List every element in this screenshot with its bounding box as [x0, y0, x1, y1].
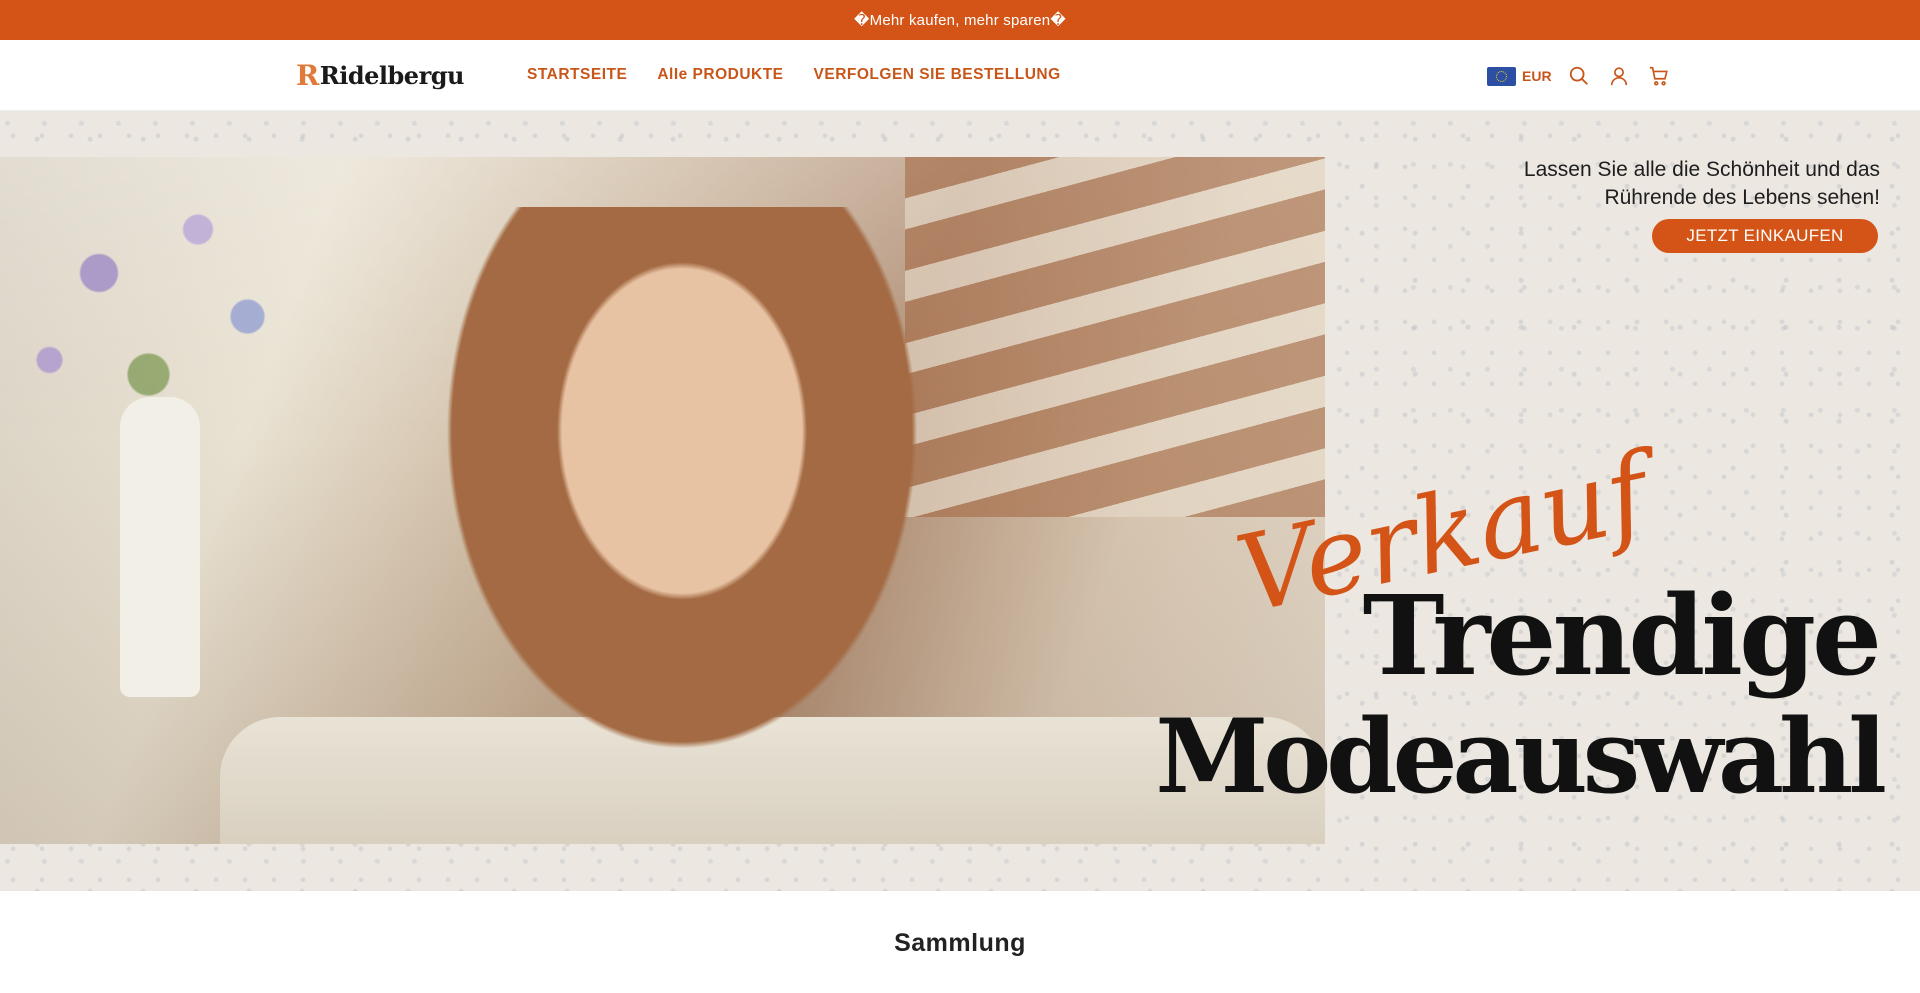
tagline-line-1: Lassen Sie alle die Schönheit und das [1523, 158, 1880, 181]
header-actions: EUR [1487, 63, 1672, 89]
hero-banner[interactable]: Lassen Sie alle die Schönheit und das Rü… [0, 111, 1920, 891]
logo[interactable]: R Ridelbergu [296, 57, 464, 93]
site-header: R Ridelbergu STARTSEITE AlIe PRODUKTE VE… [0, 40, 1920, 111]
tagline-line-2: Rührende des Lebens sehen! [1604, 186, 1880, 209]
logo-text: Ridelbergu [319, 60, 465, 90]
cart-icon[interactable] [1646, 63, 1672, 89]
hero-photo [0, 157, 1325, 844]
hero-tagline: Lassen Sie alle die Schönheit und das Rü… [1460, 156, 1880, 212]
eu-flag-icon [1487, 66, 1516, 86]
vase-image [120, 397, 200, 697]
hero-headline-2: Modeauswahl [1155, 697, 1887, 817]
account-icon[interactable] [1606, 63, 1632, 89]
logo-mark: R [296, 58, 319, 92]
currency-code: EUR [1522, 68, 1552, 84]
currency-selector[interactable]: EUR [1487, 66, 1552, 86]
nav-startseite[interactable]: STARTSEITE [527, 66, 627, 84]
nav-alle-produkte[interactable]: AlIe PRODUKTE [657, 66, 783, 84]
model-image [430, 207, 990, 844]
announcement-bar: �Mehr kaufen, mehr sparen� [0, 0, 1920, 40]
main-nav: STARTSEITE AlIe PRODUKTE VERFOLGEN SIE B… [527, 66, 1061, 84]
collection-title: Sammlung [894, 929, 1026, 957]
hero-headline-1: Trendige [1362, 571, 1882, 700]
announcement-text: �Mehr kaufen, mehr sparen� [854, 12, 1066, 29]
shop-now-button[interactable]: JETZT EINKAUFEN [1652, 219, 1878, 253]
search-icon[interactable] [1566, 63, 1592, 89]
nav-track-order[interactable]: VERFOLGEN SIE BESTELLUNG [814, 66, 1061, 84]
